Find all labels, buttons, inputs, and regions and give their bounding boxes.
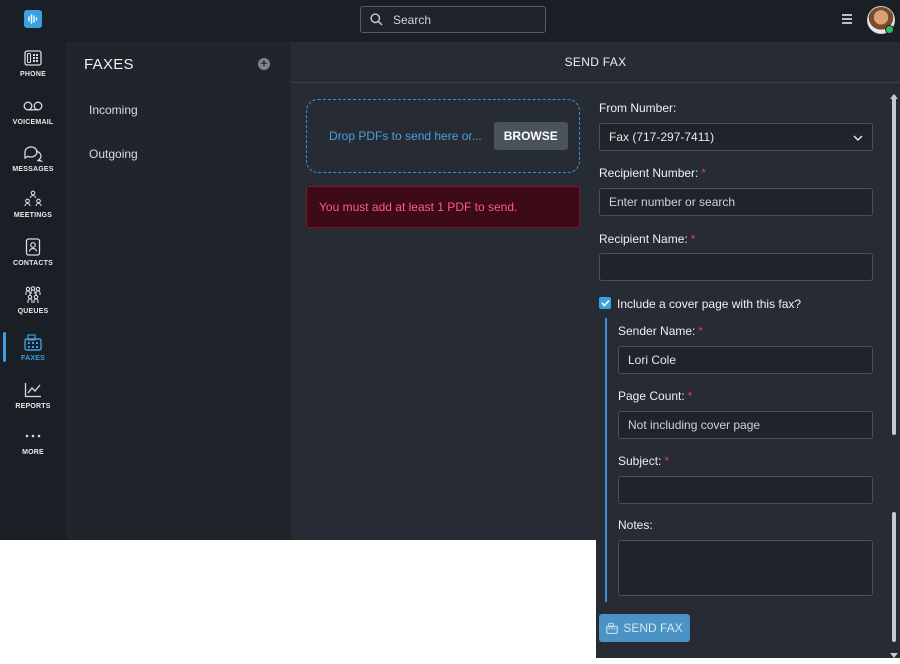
faxes-link-incoming[interactable]: Incoming [89,103,138,117]
chevron-down-icon [853,130,863,144]
rail-item-queues[interactable]: QUEUES [0,285,66,331]
required-mark: * [701,166,707,180]
rail-item-faxes[interactable]: FAXES [0,332,66,378]
rail-item-label: QUEUES [17,308,49,315]
required-mark: * [664,454,670,468]
notes-label: Notes: [618,518,653,532]
page-count-label-text: Page Count: [618,389,685,403]
voicemail-icon [22,96,44,116]
from-number-label: From Number: [599,101,677,115]
subject-label-text: Subject: [618,454,662,468]
error-alert: You must add at least 1 PDF to send. [306,186,580,228]
from-number-value: Fax (717-297-7411) [609,130,715,144]
browse-button[interactable]: BROWSE [493,122,568,150]
recipient-number-label-text: Recipient Number: [599,166,699,180]
page-count-input[interactable] [618,411,873,439]
notes-textarea[interactable] [618,540,873,596]
rail-item-label: FAXES [21,355,45,362]
subject-input[interactable] [618,476,873,504]
send-fax-header: SEND FAX [291,42,900,83]
pdf-dropzone[interactable]: Drop PDFs to send here or... BROWSE [306,99,580,173]
scrollbar-thumb-lower[interactable] [892,512,896,642]
send-fax-button[interactable]: SEND FAX [599,614,690,642]
rail-item-label: CONTACTS [13,260,53,267]
phone-icon [22,48,44,68]
rail-item-label: MESSAGES [12,166,54,173]
rail-item-more[interactable]: MORE [0,426,66,472]
queues-icon [22,285,44,305]
required-mark: * [698,324,704,338]
presence-status-icon [885,25,894,34]
send-fax-button-label: SEND FAX [623,621,683,635]
sender-name-input[interactable] [618,346,873,374]
sender-name-label-text: Sender Name: [618,324,696,338]
sender-name-label: Sender Name: * [618,324,703,338]
rail-item-label: MEETINGS [13,212,53,219]
scroll-up-icon[interactable] [890,86,898,99]
recipient-name-input[interactable] [599,253,873,281]
search-icon [361,13,391,26]
page-count-label: Page Count: * [618,389,692,403]
scroll-down-icon[interactable] [890,646,898,658]
rail-item-meetings[interactable]: MEETINGS [0,189,66,235]
more-icon [22,426,44,446]
rail-item-messages[interactable]: MESSAGES [0,143,66,189]
recipient-name-label-text: Recipient Name: [599,232,688,246]
recipient-name-label: Recipient Name: * [599,232,695,246]
fax-icon [606,622,619,634]
dropzone-text: Drop PDFs to send here or... [329,129,482,143]
required-mark: * [690,232,696,246]
hamburger-menu-icon[interactable] [840,12,854,26]
rail-item-label: MORE [22,449,44,456]
rail-item-label: REPORTS [15,403,51,410]
cover-page-group-indicator [605,318,607,602]
search-box[interactable] [360,6,546,33]
recipient-number-label: Recipient Number: * [599,166,706,180]
search-input[interactable] [391,11,535,28]
rail-item-voicemail[interactable]: VOICEMAIL [0,96,66,142]
cover-page-label[interactable]: Include a cover page with this fax? [617,297,801,311]
meetings-icon [22,189,44,209]
contacts-icon [22,237,44,257]
scrollbar-thumb[interactable] [892,95,896,435]
recipient-number-input[interactable] [599,188,873,216]
rail-item-label: VOICEMAIL [12,119,54,126]
cover-page-checkbox[interactable] [599,297,611,309]
faxes-link-outgoing[interactable]: Outgoing [89,147,138,161]
messages-icon [22,143,44,163]
rail-item-reports[interactable]: REPORTS [0,380,66,426]
reports-icon [22,380,44,400]
rail-item-label: PHONE [20,71,46,78]
faxes-panel-title: FAXES [84,56,134,73]
rail-item-phone[interactable]: PHONE [0,48,66,94]
required-mark: * [687,389,693,403]
add-fax-button[interactable]: + [258,58,270,70]
fax-icon [22,332,44,352]
subject-label: Subject: * [618,454,669,468]
check-icon [600,299,610,307]
rail-item-contacts[interactable]: CONTACTS [0,237,66,283]
app-logo-icon[interactable] [24,10,42,28]
from-number-select[interactable]: Fax (717-297-7411) [599,123,873,151]
